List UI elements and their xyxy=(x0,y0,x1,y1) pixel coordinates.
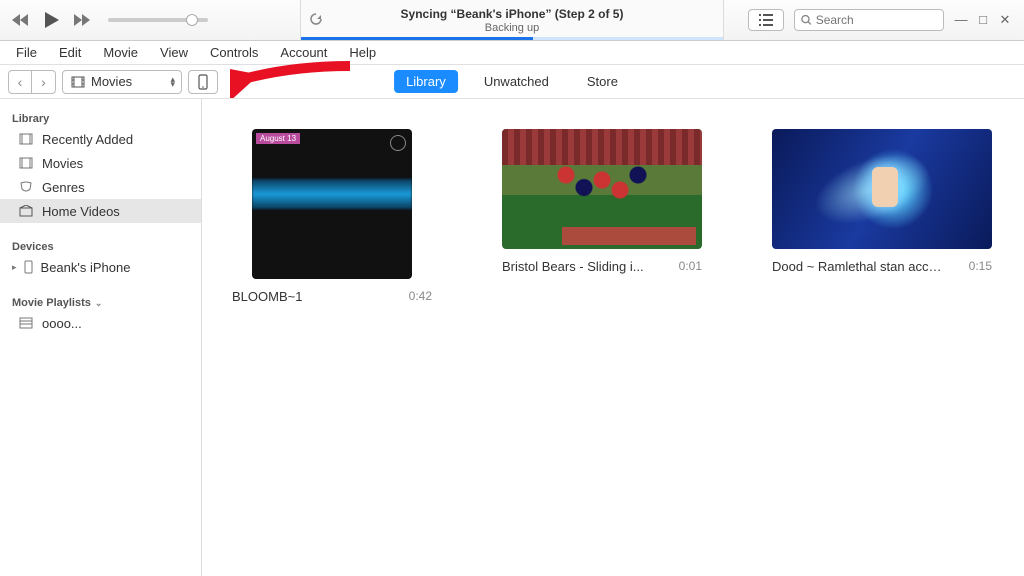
film-icon xyxy=(18,155,34,171)
video-title: BLOOMB~1 xyxy=(232,289,302,304)
sidebar-item-genres[interactable]: Genres xyxy=(0,175,201,199)
sync-title: Syncing “Beank's iPhone” (Step 2 of 5) xyxy=(401,7,624,21)
video-duration: 0:42 xyxy=(409,289,432,304)
menu-controls[interactable]: Controls xyxy=(202,43,266,62)
sidebar-item-label: Movies xyxy=(42,156,83,171)
secondary-toolbar: ‹ › Movies ▴▾ Library Unwatched Store xyxy=(0,65,1024,99)
sync-subtitle: Backing up xyxy=(485,22,539,34)
close-button[interactable]: ✕ xyxy=(998,12,1012,28)
video-grid: August 13 BLOOMB~1 0:42 Bristol Bears - … xyxy=(202,99,1024,576)
nav-buttons: ‹ › xyxy=(8,70,56,94)
sidebar-item-label: Genres xyxy=(42,180,85,195)
list-view-button[interactable] xyxy=(748,9,784,31)
sidebar-item-home-videos[interactable]: Home Videos xyxy=(0,199,201,223)
video-title: Dood ~ Ramlethal stan acco... xyxy=(772,259,942,274)
menu-bar: File Edit Movie View Controls Account He… xyxy=(0,41,1024,65)
home-video-icon xyxy=(18,203,34,219)
menu-file[interactable]: File xyxy=(8,43,45,62)
video-thumbnail[interactable]: August 13 xyxy=(252,129,412,279)
video-item[interactable]: Dood ~ Ramlethal stan acco... 0:15 xyxy=(772,129,992,274)
sidebar-header-devices: Devices xyxy=(0,235,201,255)
maximize-button[interactable]: □ xyxy=(976,12,990,28)
phone-icon xyxy=(21,259,37,275)
window-controls: — □ ✕ xyxy=(954,12,1016,28)
thumbnail-badge: August 13 xyxy=(256,133,300,144)
video-thumbnail[interactable] xyxy=(772,129,992,249)
video-thumbnail[interactable] xyxy=(502,129,702,249)
category-label: Movies xyxy=(91,74,132,89)
view-tabs: Library Unwatched Store xyxy=(394,70,630,93)
volume-thumb[interactable] xyxy=(186,14,198,26)
video-item[interactable]: August 13 BLOOMB~1 0:42 xyxy=(232,129,432,304)
tab-store[interactable]: Store xyxy=(575,70,630,93)
explicit-icon xyxy=(390,135,406,151)
sidebar-item-label: Home Videos xyxy=(42,204,120,219)
prev-track-button[interactable] xyxy=(10,10,30,30)
video-item[interactable]: Bristol Bears - Sliding i... 0:01 xyxy=(502,129,702,274)
nav-back-button[interactable]: ‹ xyxy=(8,70,32,94)
volume-slider[interactable] xyxy=(108,18,208,22)
menu-help[interactable]: Help xyxy=(341,43,384,62)
search-box[interactable] xyxy=(794,9,944,31)
film-icon xyxy=(18,131,34,147)
film-icon xyxy=(71,76,85,88)
masks-icon xyxy=(18,179,34,195)
tab-library[interactable]: Library xyxy=(394,70,458,93)
player-topbar: Syncing “Beank's iPhone” (Step 2 of 5) B… xyxy=(0,0,1024,41)
video-duration: 0:15 xyxy=(969,259,992,274)
sidebar-item-recently-added[interactable]: Recently Added xyxy=(0,127,201,151)
tab-unwatched[interactable]: Unwatched xyxy=(472,70,561,93)
menu-account[interactable]: Account xyxy=(272,43,335,62)
category-select[interactable]: Movies ▴▾ xyxy=(62,70,182,94)
video-title: Bristol Bears - Sliding i... xyxy=(502,259,644,274)
search-input[interactable] xyxy=(816,13,937,27)
sidebar: Library Recently Added Movies Genres Hom… xyxy=(0,99,202,576)
chevron-updown-icon: ▴▾ xyxy=(170,77,175,87)
sidebar-header-library: Library xyxy=(0,107,201,127)
sync-progress xyxy=(301,37,723,40)
device-button[interactable] xyxy=(188,70,218,94)
next-track-button[interactable] xyxy=(72,10,92,30)
sidebar-item-playlist[interactable]: oooo... xyxy=(0,311,201,335)
menu-edit[interactable]: Edit xyxy=(51,43,89,62)
phone-icon xyxy=(198,74,208,90)
play-button[interactable] xyxy=(38,7,64,33)
menu-movie[interactable]: Movie xyxy=(95,43,146,62)
sidebar-item-label: Recently Added xyxy=(42,132,133,147)
sync-status-panel: Syncing “Beank's iPhone” (Step 2 of 5) B… xyxy=(300,0,724,40)
disclosure-triangle-icon[interactable]: ▸ xyxy=(12,262,17,273)
top-right-tools: — □ ✕ xyxy=(724,9,1024,31)
menu-view[interactable]: View xyxy=(152,43,196,62)
nav-forward-button[interactable]: › xyxy=(32,70,56,94)
minimize-button[interactable]: — xyxy=(954,12,968,28)
chevron-down-icon[interactable]: ⌄ xyxy=(95,298,103,309)
main-area: Library Recently Added Movies Genres Hom… xyxy=(0,99,1024,576)
playlist-icon xyxy=(18,315,34,331)
sidebar-header-playlists: Movie Playlists ⌄ xyxy=(0,291,201,311)
sidebar-item-label: oooo... xyxy=(42,316,82,331)
sidebar-item-label: Beank's iPhone xyxy=(41,260,131,275)
refresh-icon[interactable] xyxy=(309,12,323,26)
video-duration: 0:01 xyxy=(679,259,702,274)
sidebar-item-device[interactable]: ▸ Beank's iPhone xyxy=(0,255,201,279)
playback-controls xyxy=(0,7,300,33)
sidebar-item-movies[interactable]: Movies xyxy=(0,151,201,175)
search-icon xyxy=(801,14,812,26)
